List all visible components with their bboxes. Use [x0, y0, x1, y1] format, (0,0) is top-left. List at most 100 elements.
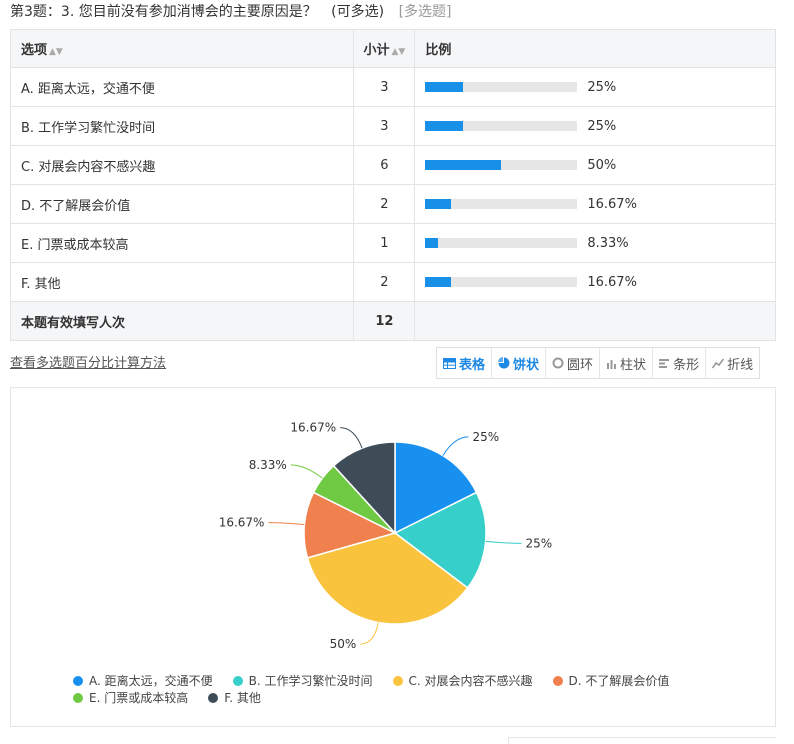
- option-label: C. 对展会内容不感兴趣: [9, 145, 355, 185]
- legend-item[interactable]: D. 不了解展会价值: [552, 672, 670, 689]
- pie-data-label: 50%: [330, 637, 357, 651]
- column-icon: [606, 358, 617, 369]
- table-row: B. 工作学习繁忙没时间 3 25%: [9, 106, 776, 146]
- legend-label: F. 其他: [224, 691, 261, 705]
- chart-type-button-ring[interactable]: 圆环: [546, 348, 601, 378]
- option-ratio: 16.67%: [414, 262, 776, 302]
- chart-type-button-bar[interactable]: 条形: [653, 348, 707, 378]
- ratio-bar-fill: [425, 238, 439, 248]
- chart-type-button-line[interactable]: 折线: [706, 348, 759, 378]
- results-table: 选项 ▲▼ 小计 ▲▼ 比例 A. 距离太远，交通不便 3 25% B. 工作学习繁忙没时…: [9, 29, 776, 341]
- legend-label: B. 工作学习繁忙没时间: [248, 674, 373, 688]
- bar-icon: [659, 358, 670, 369]
- legend-dot-icon: [552, 675, 563, 686]
- chart-type-toolbar: 表格 饼状 圆环 柱状 条形 折线: [436, 347, 761, 379]
- option-header[interactable]: 选项 ▲▼: [9, 29, 355, 68]
- pie-chart-panel: 25% 25% 50% 16.67% 8.33% 16.67% A. 距离太远，交通不便 B…: [10, 387, 776, 727]
- option-label: A. 距离太远，交通不便: [9, 67, 355, 107]
- total-label: 本题有效填写人次: [9, 301, 355, 341]
- legend-dot-icon: [73, 692, 83, 703]
- sort-icon[interactable]: ▲▼: [49, 47, 63, 57]
- legend-item[interactable]: F. 其他: [208, 689, 261, 706]
- pie-label-line: [290, 464, 323, 479]
- ratio-bar-fill: [425, 82, 464, 92]
- ratio-bar-track: [425, 160, 578, 170]
- chart-type-label: 折线: [727, 357, 754, 373]
- pager: [508, 737, 776, 744]
- total-value: 12: [353, 301, 416, 341]
- pie-data-label: 8.33%: [249, 458, 287, 472]
- pie-data-label: 25%: [472, 430, 499, 444]
- ring-icon: [552, 357, 564, 369]
- pie-data-label: 25%: [526, 536, 553, 550]
- legend-dot-icon: [392, 675, 403, 686]
- line-icon: [712, 358, 725, 369]
- question-title: 第3题：3. 您目前没有参加消博会的主要原因是？ (可多选) [多选题]: [10, 1, 452, 21]
- legend-row: A. 距离太远，交通不便 B. 工作学习繁忙没时间 C. 对展会内容不感兴趣 D. 不…: [73, 672, 753, 689]
- option-count: 6: [353, 145, 416, 185]
- table-row: F. 其他 2 16.67%: [9, 262, 776, 302]
- legend-item[interactable]: A. 距离太远，交通不便: [73, 672, 213, 689]
- sort-icon[interactable]: ▲▼: [391, 47, 405, 57]
- legend-dot-icon: [232, 675, 243, 686]
- option-percent: 50%: [587, 157, 617, 173]
- chart-type-label: 条形: [673, 357, 700, 373]
- option-count: 1: [353, 223, 416, 263]
- pie-label-line: [442, 436, 469, 456]
- option-percent: 8.33%: [587, 235, 629, 251]
- ratio-bar-track: [425, 199, 578, 209]
- option-ratio: 25%: [414, 106, 776, 146]
- chart-type-label: 圆环: [567, 357, 594, 373]
- ratio-bar-track: [425, 82, 578, 92]
- ratio-bar-fill: [425, 121, 464, 131]
- table-row: C. 对展会内容不感兴趣 6 50%: [9, 145, 776, 185]
- table-header-row: 选项 ▲▼ 小计 ▲▼ 比例: [9, 29, 776, 68]
- option-ratio: 16.67%: [414, 184, 776, 224]
- option-count: 3: [353, 67, 416, 107]
- option-percent: 16.67%: [587, 274, 637, 290]
- legend-label: E. 门票或成本较高: [89, 691, 189, 705]
- chart-type-label: 柱状: [620, 357, 647, 373]
- option-label: B. 工作学习繁忙没时间: [9, 106, 355, 146]
- legend-label: C. 对展会内容不感兴趣: [408, 674, 533, 688]
- ratio-bar-fill: [425, 277, 451, 287]
- table-icon: [443, 357, 456, 369]
- option-ratio: 8.33%: [414, 223, 776, 263]
- option-percent: 16.67%: [587, 196, 637, 212]
- ratio-bar-track: [425, 238, 578, 248]
- pie-icon: [498, 357, 510, 369]
- chart-type-button-pie[interactable]: 饼状: [492, 348, 547, 378]
- pie-label-line: [360, 622, 379, 645]
- ratio-bar-track: [425, 121, 578, 131]
- legend-row: E. 门票或成本较高 F. 其他: [73, 689, 753, 706]
- percentage-method-link[interactable]: 查看多选题百分比计算方法: [10, 352, 166, 371]
- ratio-bar-track: [425, 277, 578, 287]
- pie-label-line: [340, 427, 363, 449]
- legend-item[interactable]: C. 对展会内容不感兴趣: [392, 672, 533, 689]
- option-percent: 25%: [587, 118, 617, 134]
- legend-item[interactable]: E. 门票或成本较高: [73, 689, 188, 706]
- legend-dot-icon: [73, 675, 83, 686]
- ratio-bar-fill: [425, 199, 451, 209]
- option-ratio: 25%: [414, 67, 776, 107]
- table-row: A. 距离太远，交通不便 3 25%: [9, 67, 776, 107]
- pie-data-label: 16.67%: [219, 516, 265, 530]
- legend-label: A. 距离太远，交通不便: [89, 674, 213, 688]
- option-header-label: 选项: [21, 43, 48, 58]
- count-header[interactable]: 小计 ▲▼: [353, 29, 416, 68]
- total-empty-cell: [414, 301, 776, 341]
- chart-legend: A. 距离太远，交通不便 B. 工作学习繁忙没时间 C. 对展会内容不感兴趣 D. 不…: [73, 672, 753, 706]
- legend-dot-icon: [208, 692, 219, 703]
- pie-label-line: [485, 540, 522, 544]
- legend-item[interactable]: B. 工作学习繁忙没时间: [232, 672, 373, 689]
- chart-type-button-table[interactable]: 表格: [437, 348, 493, 378]
- pie-data-label: 16.67%: [290, 421, 336, 435]
- option-label: F. 其他: [9, 262, 355, 302]
- table-row: E. 门票或成本较高 1 8.33%: [9, 223, 776, 263]
- question-type: [多选题]: [398, 4, 452, 20]
- legend-label: D. 不了解展会价值: [568, 674, 670, 688]
- chart-type-button-column[interactable]: 柱状: [600, 348, 654, 378]
- ratio-bar-fill: [425, 160, 502, 170]
- option-label: E. 门票或成本较高: [9, 223, 355, 263]
- table-row: D. 不了解展会价值 2 16.67%: [9, 184, 776, 224]
